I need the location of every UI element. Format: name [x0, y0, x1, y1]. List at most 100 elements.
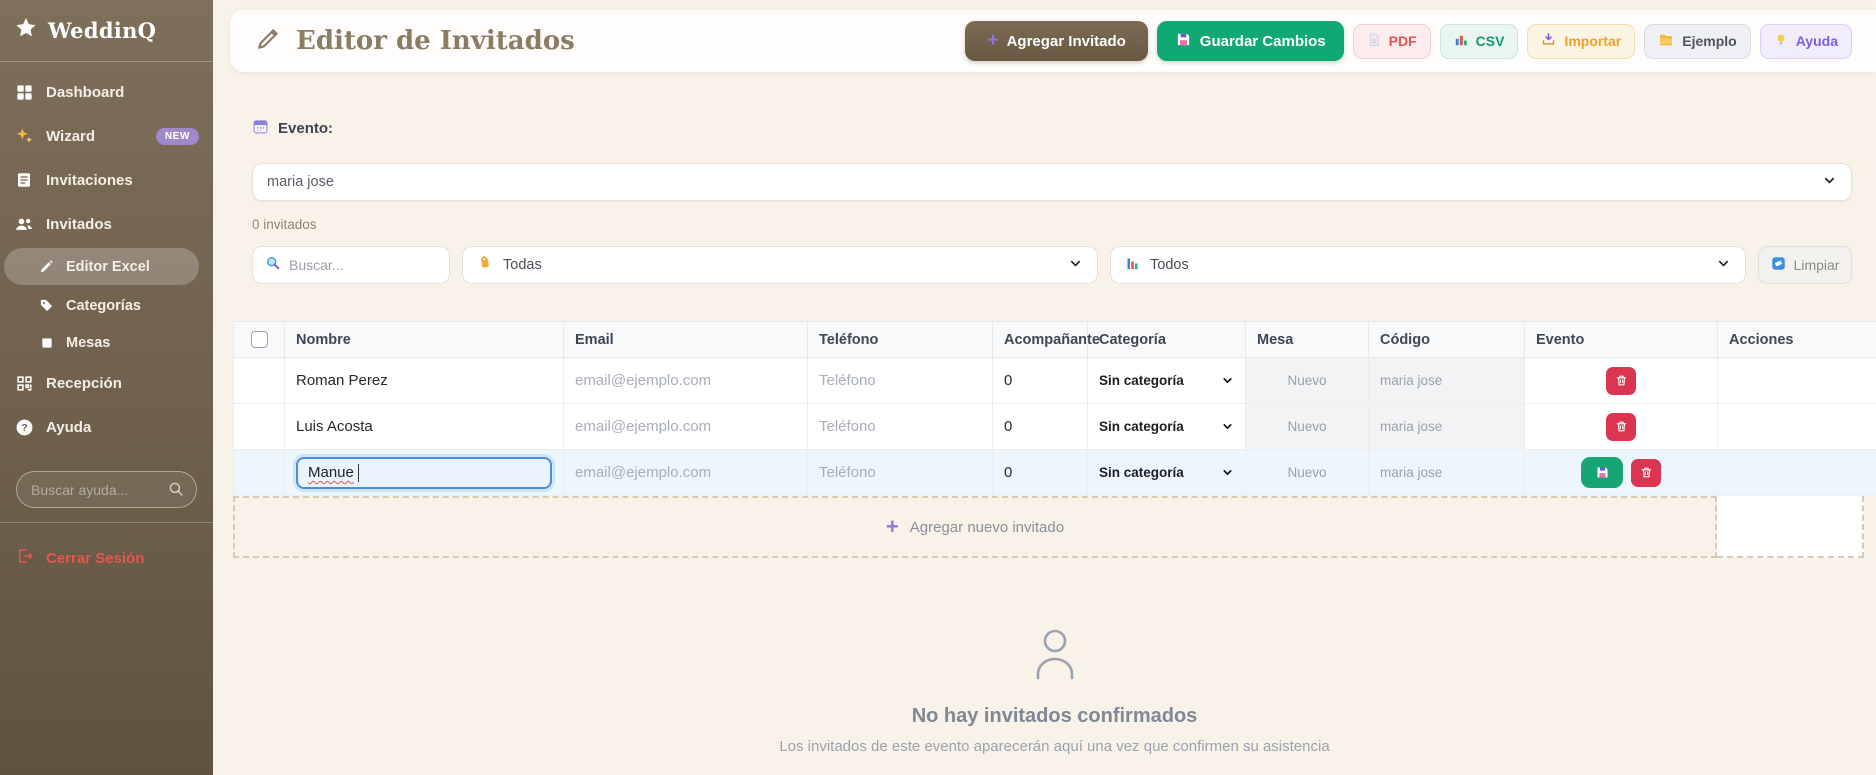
guest-companions-input[interactable] — [1004, 464, 1076, 481]
sidebar-item-dashboard[interactable]: Dashboard — [0, 70, 213, 114]
star-icon — [14, 16, 38, 45]
help-button[interactable]: Ayuda — [1759, 23, 1852, 59]
empty-state-subtitle: Los invitados de este evento aparecerán … — [779, 738, 1330, 755]
person-outline-icon — [233, 624, 1876, 691]
guest-row: Roman Perez Sin categoría Nuevo maria jo… — [233, 357, 1876, 404]
plus-icon: + — [885, 514, 899, 539]
category-select[interactable]: Sin categoría — [1099, 405, 1234, 449]
sidebar-item-label: Mesas — [66, 334, 111, 351]
empty-state-title: No hay invitados confirmados — [911, 705, 1198, 727]
event-select[interactable]: maria jose — [252, 163, 1852, 201]
import-button[interactable]: Importar — [1527, 23, 1636, 59]
text-caret — [357, 463, 360, 482]
guest-email-input[interactable] — [575, 464, 796, 481]
lightbulb-icon — [1774, 33, 1788, 50]
save-guest-button[interactable] — [1581, 457, 1623, 488]
status-filter-select[interactable]: Todos — [1110, 246, 1746, 284]
column-header: Acciones — [1717, 321, 1876, 358]
delete-guest-button[interactable] — [1606, 366, 1636, 395]
guest-email-input[interactable] — [575, 418, 796, 435]
guest-code-cell: maria jose — [1368, 403, 1525, 450]
pencil-icon — [38, 258, 55, 275]
guest-email-cell — [563, 449, 808, 496]
guest-phone-input[interactable] — [819, 464, 981, 481]
chevron-down-icon — [1822, 173, 1837, 192]
bar-chart-icon — [1454, 33, 1468, 50]
sidebar-item-label: Ayuda — [46, 418, 92, 436]
sidebar-item-label: Editor Excel — [66, 258, 150, 275]
sidebar-item-ayuda[interactable]: ? Ayuda — [0, 405, 213, 449]
guest-name-cell[interactable]: Luis Acosta — [284, 403, 564, 450]
guest-phone-cell — [807, 449, 993, 496]
sidebar-item-editor-excel[interactable]: Editor Excel — [4, 248, 199, 285]
category-filter-value: Todas — [503, 257, 542, 273]
sidebar-item-label: Invitados — [46, 215, 112, 233]
sidebar-item-mesas[interactable]: Mesas — [0, 324, 213, 361]
guest-phone-input[interactable] — [819, 372, 981, 389]
logout-button[interactable]: Cerrar Sesión — [0, 541, 213, 575]
guest-phone-cell — [807, 357, 993, 404]
delete-guest-button[interactable] — [1606, 412, 1636, 441]
guest-name-cell[interactable]: Roman Perez — [284, 357, 564, 404]
example-button[interactable]: Ejemplo — [1644, 23, 1751, 59]
category-filter-select[interactable]: Todas — [462, 246, 1098, 284]
row-checkbox-cell — [233, 357, 285, 404]
chevron-down-icon — [1716, 256, 1731, 275]
guest-mesa-cell: Nuevo — [1245, 449, 1369, 496]
save-changes-button[interactable]: Guardar Cambios — [1156, 21, 1344, 61]
sidebar-item-invitaciones[interactable]: Invitaciones — [0, 158, 213, 202]
sidebar-item-recepcion[interactable]: Recepción — [0, 361, 213, 405]
event-select-value: maria jose — [267, 174, 334, 190]
empty-actions-cell — [1717, 449, 1876, 496]
guest-email-input[interactable] — [575, 372, 796, 389]
chevron-down-icon — [1068, 256, 1083, 275]
floppy-icon — [1175, 31, 1192, 52]
select-all-checkbox[interactable] — [250, 331, 268, 348]
guest-actions-cell — [1524, 449, 1718, 496]
guest-companions-input[interactable] — [1004, 418, 1076, 435]
clear-filters-button[interactable]: Limpiar — [1758, 246, 1852, 284]
category-select[interactable]: Sin categoría — [1099, 451, 1234, 495]
sidebar-item-label: Dashboard — [46, 83, 125, 101]
pdf-button[interactable]: PDF — [1352, 23, 1431, 59]
add-guest-row-button[interactable]: + Agregar nuevo invitado — [233, 496, 1717, 558]
guest-actions-cell — [1524, 403, 1718, 450]
help-search — [16, 471, 197, 508]
csv-button[interactable]: CSV — [1439, 23, 1519, 59]
table-edge-filler — [1717, 496, 1864, 558]
guest-name-cell: Manue — [284, 449, 564, 496]
file-icon — [1367, 33, 1381, 50]
sidebar-item-wizard[interactable]: Wizard NEW — [0, 114, 213, 158]
delete-guest-button[interactable] — [1631, 458, 1661, 487]
status-filter-value: Todos — [1150, 257, 1189, 273]
search-icon — [167, 480, 185, 503]
pencil-title-icon — [256, 25, 282, 58]
sidebar-item-label: Categorías — [66, 297, 141, 314]
guest-name-input[interactable]: Manue — [296, 456, 552, 489]
guest-mesa-cell: Nuevo — [1245, 357, 1369, 404]
guest-mesa-cell: Nuevo — [1245, 403, 1369, 450]
trash-icon — [1616, 375, 1626, 386]
add-guest-row-area: + Agregar nuevo invitado — [233, 496, 1876, 558]
clear-icon — [1771, 256, 1786, 274]
floppy-icon — [1597, 467, 1607, 478]
brand-logo: WeddinQ — [0, 0, 213, 59]
sidebar-item-invitados[interactable]: Invitados — [0, 202, 213, 246]
import-download-icon — [1541, 32, 1556, 50]
svg-text:?: ? — [21, 423, 27, 434]
divider — [0, 61, 213, 62]
guest-phone-cell — [807, 403, 993, 450]
guest-search-input[interactable] — [289, 257, 437, 273]
category-select[interactable]: Sin categoría — [1099, 359, 1234, 403]
guest-row: Luis Acosta Sin categoría Nuevo maria jo… — [233, 403, 1876, 450]
guest-email-cell — [563, 403, 808, 450]
add-guest-button[interactable]: + Agregar Invitado — [965, 21, 1148, 61]
sidebar-item-categorias[interactable]: Categorías — [0, 287, 213, 324]
confirmed-guests-empty-state: No hay invitados confirmados Los invitad… — [233, 624, 1876, 755]
guest-companions-input[interactable] — [1004, 372, 1076, 389]
sidebar: WeddinQ Dashboard Wizard NEW Invitacione… — [0, 0, 213, 775]
guest-code-cell: maria jose — [1368, 357, 1525, 404]
guest-phone-input[interactable] — [819, 418, 981, 435]
calendar-icon — [252, 118, 269, 139]
tag-orange-icon — [477, 255, 493, 275]
